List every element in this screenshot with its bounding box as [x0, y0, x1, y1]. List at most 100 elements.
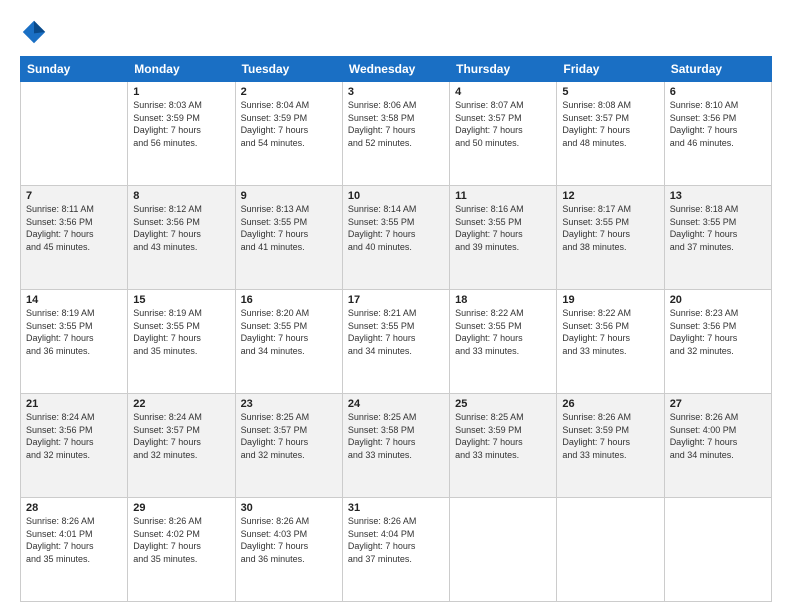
- calendar-cell: 15Sunrise: 8:19 AM Sunset: 3:55 PM Dayli…: [128, 290, 235, 394]
- day-number: 11: [455, 190, 551, 202]
- calendar-cell: 27Sunrise: 8:26 AM Sunset: 4:00 PM Dayli…: [664, 394, 771, 498]
- day-number: 21: [26, 398, 122, 410]
- weekday-header: Friday: [557, 57, 664, 82]
- day-info: Sunrise: 8:26 AM Sunset: 4:04 PM Dayligh…: [348, 515, 444, 565]
- day-number: 5: [562, 86, 658, 98]
- calendar-cell: 6Sunrise: 8:10 AM Sunset: 3:56 PM Daylig…: [664, 82, 771, 186]
- calendar-header-row: SundayMondayTuesdayWednesdayThursdayFrid…: [21, 57, 772, 82]
- day-number: 27: [670, 398, 766, 410]
- calendar-cell: 30Sunrise: 8:26 AM Sunset: 4:03 PM Dayli…: [235, 498, 342, 602]
- day-info: Sunrise: 8:19 AM Sunset: 3:55 PM Dayligh…: [133, 307, 229, 357]
- day-info: Sunrise: 8:25 AM Sunset: 3:58 PM Dayligh…: [348, 411, 444, 461]
- day-info: Sunrise: 8:06 AM Sunset: 3:58 PM Dayligh…: [348, 99, 444, 149]
- day-number: 10: [348, 190, 444, 202]
- calendar-week-row: 7Sunrise: 8:11 AM Sunset: 3:56 PM Daylig…: [21, 186, 772, 290]
- calendar-cell: [21, 82, 128, 186]
- day-info: Sunrise: 8:26 AM Sunset: 4:01 PM Dayligh…: [26, 515, 122, 565]
- day-info: Sunrise: 8:04 AM Sunset: 3:59 PM Dayligh…: [241, 99, 337, 149]
- day-number: 7: [26, 190, 122, 202]
- day-number: 26: [562, 398, 658, 410]
- day-info: Sunrise: 8:22 AM Sunset: 3:55 PM Dayligh…: [455, 307, 551, 357]
- weekday-header: Sunday: [21, 57, 128, 82]
- day-number: 8: [133, 190, 229, 202]
- day-number: 15: [133, 294, 229, 306]
- page: SundayMondayTuesdayWednesdayThursdayFrid…: [0, 0, 792, 612]
- day-info: Sunrise: 8:21 AM Sunset: 3:55 PM Dayligh…: [348, 307, 444, 357]
- calendar-cell: 18Sunrise: 8:22 AM Sunset: 3:55 PM Dayli…: [450, 290, 557, 394]
- day-info: Sunrise: 8:08 AM Sunset: 3:57 PM Dayligh…: [562, 99, 658, 149]
- day-info: Sunrise: 8:25 AM Sunset: 3:57 PM Dayligh…: [241, 411, 337, 461]
- day-info: Sunrise: 8:16 AM Sunset: 3:55 PM Dayligh…: [455, 203, 551, 253]
- day-info: Sunrise: 8:18 AM Sunset: 3:55 PM Dayligh…: [670, 203, 766, 253]
- day-number: 23: [241, 398, 337, 410]
- day-info: Sunrise: 8:11 AM Sunset: 3:56 PM Dayligh…: [26, 203, 122, 253]
- day-number: 1: [133, 86, 229, 98]
- day-number: 13: [670, 190, 766, 202]
- day-number: 29: [133, 502, 229, 514]
- weekday-header: Wednesday: [342, 57, 449, 82]
- day-info: Sunrise: 8:07 AM Sunset: 3:57 PM Dayligh…: [455, 99, 551, 149]
- day-info: Sunrise: 8:12 AM Sunset: 3:56 PM Dayligh…: [133, 203, 229, 253]
- day-number: 25: [455, 398, 551, 410]
- logo: [20, 18, 52, 46]
- calendar-cell: [450, 498, 557, 602]
- day-info: Sunrise: 8:14 AM Sunset: 3:55 PM Dayligh…: [348, 203, 444, 253]
- calendar-table: SundayMondayTuesdayWednesdayThursdayFrid…: [20, 56, 772, 602]
- day-number: 16: [241, 294, 337, 306]
- calendar-cell: 8Sunrise: 8:12 AM Sunset: 3:56 PM Daylig…: [128, 186, 235, 290]
- day-number: 9: [241, 190, 337, 202]
- day-number: 18: [455, 294, 551, 306]
- day-number: 19: [562, 294, 658, 306]
- calendar-cell: 17Sunrise: 8:21 AM Sunset: 3:55 PM Dayli…: [342, 290, 449, 394]
- day-info: Sunrise: 8:13 AM Sunset: 3:55 PM Dayligh…: [241, 203, 337, 253]
- day-number: 4: [455, 86, 551, 98]
- day-info: Sunrise: 8:22 AM Sunset: 3:56 PM Dayligh…: [562, 307, 658, 357]
- calendar-cell: 16Sunrise: 8:20 AM Sunset: 3:55 PM Dayli…: [235, 290, 342, 394]
- day-info: Sunrise: 8:20 AM Sunset: 3:55 PM Dayligh…: [241, 307, 337, 357]
- header: [20, 18, 772, 46]
- day-number: 17: [348, 294, 444, 306]
- day-number: 28: [26, 502, 122, 514]
- calendar-cell: 1Sunrise: 8:03 AM Sunset: 3:59 PM Daylig…: [128, 82, 235, 186]
- calendar-week-row: 28Sunrise: 8:26 AM Sunset: 4:01 PM Dayli…: [21, 498, 772, 602]
- day-info: Sunrise: 8:17 AM Sunset: 3:55 PM Dayligh…: [562, 203, 658, 253]
- calendar-cell: 29Sunrise: 8:26 AM Sunset: 4:02 PM Dayli…: [128, 498, 235, 602]
- calendar-cell: 4Sunrise: 8:07 AM Sunset: 3:57 PM Daylig…: [450, 82, 557, 186]
- day-info: Sunrise: 8:03 AM Sunset: 3:59 PM Dayligh…: [133, 99, 229, 149]
- day-info: Sunrise: 8:23 AM Sunset: 3:56 PM Dayligh…: [670, 307, 766, 357]
- day-number: 24: [348, 398, 444, 410]
- calendar-cell: 22Sunrise: 8:24 AM Sunset: 3:57 PM Dayli…: [128, 394, 235, 498]
- calendar-week-row: 21Sunrise: 8:24 AM Sunset: 3:56 PM Dayli…: [21, 394, 772, 498]
- day-info: Sunrise: 8:19 AM Sunset: 3:55 PM Dayligh…: [26, 307, 122, 357]
- logo-icon: [20, 18, 48, 46]
- weekday-header: Monday: [128, 57, 235, 82]
- weekday-header: Tuesday: [235, 57, 342, 82]
- calendar-week-row: 1Sunrise: 8:03 AM Sunset: 3:59 PM Daylig…: [21, 82, 772, 186]
- calendar-cell: 24Sunrise: 8:25 AM Sunset: 3:58 PM Dayli…: [342, 394, 449, 498]
- day-number: 3: [348, 86, 444, 98]
- calendar-cell: 11Sunrise: 8:16 AM Sunset: 3:55 PM Dayli…: [450, 186, 557, 290]
- calendar-cell: 20Sunrise: 8:23 AM Sunset: 3:56 PM Dayli…: [664, 290, 771, 394]
- day-number: 14: [26, 294, 122, 306]
- calendar-cell: 9Sunrise: 8:13 AM Sunset: 3:55 PM Daylig…: [235, 186, 342, 290]
- calendar-cell: 21Sunrise: 8:24 AM Sunset: 3:56 PM Dayli…: [21, 394, 128, 498]
- calendar-cell: 7Sunrise: 8:11 AM Sunset: 3:56 PM Daylig…: [21, 186, 128, 290]
- day-info: Sunrise: 8:25 AM Sunset: 3:59 PM Dayligh…: [455, 411, 551, 461]
- day-info: Sunrise: 8:10 AM Sunset: 3:56 PM Dayligh…: [670, 99, 766, 149]
- calendar-cell: 2Sunrise: 8:04 AM Sunset: 3:59 PM Daylig…: [235, 82, 342, 186]
- day-number: 2: [241, 86, 337, 98]
- calendar-cell: 10Sunrise: 8:14 AM Sunset: 3:55 PM Dayli…: [342, 186, 449, 290]
- calendar-cell: 14Sunrise: 8:19 AM Sunset: 3:55 PM Dayli…: [21, 290, 128, 394]
- calendar-cell: 3Sunrise: 8:06 AM Sunset: 3:58 PM Daylig…: [342, 82, 449, 186]
- day-info: Sunrise: 8:26 AM Sunset: 4:00 PM Dayligh…: [670, 411, 766, 461]
- calendar-week-row: 14Sunrise: 8:19 AM Sunset: 3:55 PM Dayli…: [21, 290, 772, 394]
- calendar-cell: 19Sunrise: 8:22 AM Sunset: 3:56 PM Dayli…: [557, 290, 664, 394]
- day-info: Sunrise: 8:26 AM Sunset: 4:02 PM Dayligh…: [133, 515, 229, 565]
- day-info: Sunrise: 8:24 AM Sunset: 3:57 PM Dayligh…: [133, 411, 229, 461]
- day-number: 6: [670, 86, 766, 98]
- calendar-cell: 12Sunrise: 8:17 AM Sunset: 3:55 PM Dayli…: [557, 186, 664, 290]
- day-info: Sunrise: 8:24 AM Sunset: 3:56 PM Dayligh…: [26, 411, 122, 461]
- day-number: 12: [562, 190, 658, 202]
- calendar-cell: 5Sunrise: 8:08 AM Sunset: 3:57 PM Daylig…: [557, 82, 664, 186]
- weekday-header: Thursday: [450, 57, 557, 82]
